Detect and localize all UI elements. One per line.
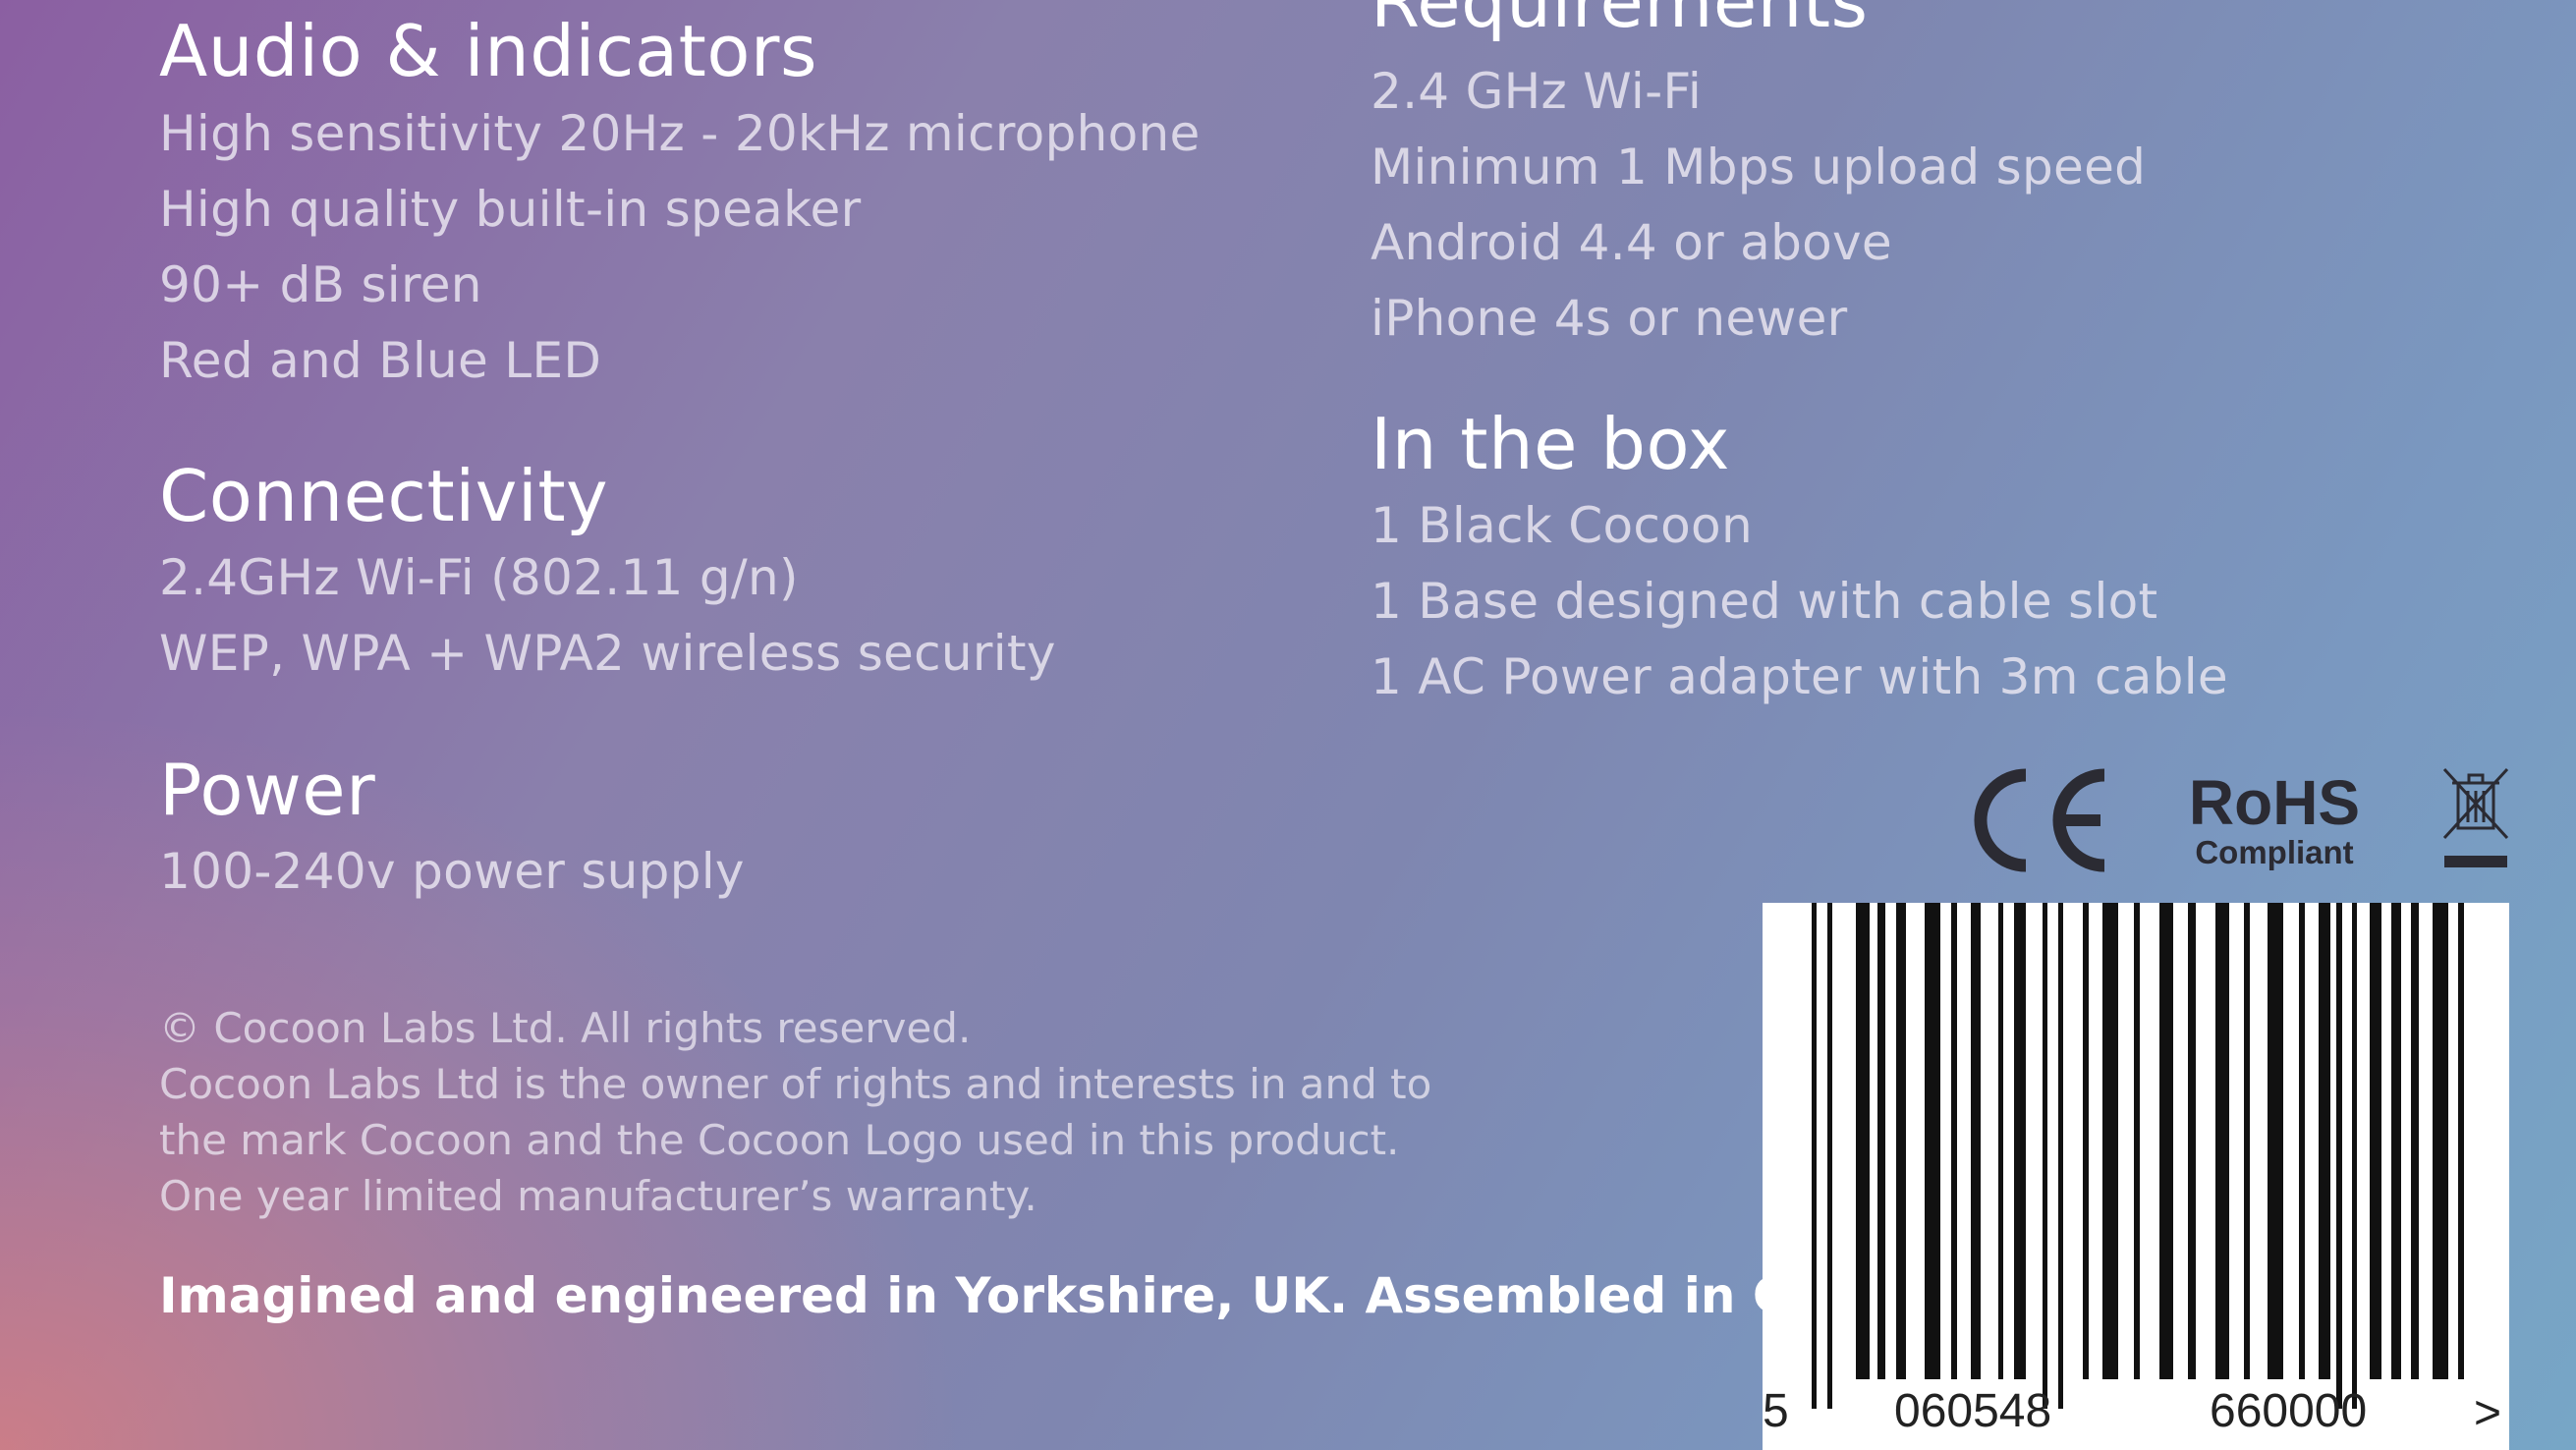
- barcode-bar: [2299, 903, 2305, 1379]
- weee-crossed-bin-icon: [2442, 767, 2509, 867]
- rohs-title: RoHS: [2188, 767, 2361, 838]
- certification-marks: RoHS Compliant: [1955, 761, 2515, 879]
- section-title: Requirements: [1371, 0, 1869, 43]
- spec-item: 2.4 GHz Wi-Fi: [1371, 63, 1703, 120]
- spec-list: 100-240v power supply: [159, 834, 745, 910]
- barcode-quiet-zone-marker: >: [2474, 1387, 2502, 1439]
- barcode-bar: [1971, 903, 1981, 1379]
- ce-mark-icon: [1974, 768, 2105, 872]
- barcode-bar: [2411, 903, 2419, 1379]
- barcode-bar: [1998, 903, 2003, 1379]
- section-title: Audio & indicators: [159, 10, 818, 92]
- barcode-right-group: 660000: [2210, 1385, 2368, 1437]
- barcode-guard-bar: [2352, 903, 2357, 1409]
- barcode-guard-bar: [1812, 903, 1817, 1409]
- barcode-bar: [2134, 903, 2140, 1379]
- barcode-bar: [1951, 903, 1957, 1379]
- legal-line: Cocoon Labs Ltd is the owner of rights a…: [159, 1060, 1432, 1108]
- barcode-guard-bar: [2336, 903, 2342, 1409]
- spec-item: High sensitivity 20Hz - 20kHz microphone: [159, 105, 1201, 162]
- spec-item: iPhone 4s or newer: [1371, 290, 1848, 347]
- rohs-subtitle: Compliant: [2195, 834, 2354, 870]
- spec-item: 1 AC Power adapter with 3m cable: [1371, 648, 2228, 705]
- barcode-left-group: 060548: [1894, 1385, 2052, 1437]
- barcode-bar: [2102, 903, 2118, 1379]
- section-connectivity: Connectivity 2.4GHz Wi-Fi (802.11 g/n) W…: [159, 455, 1056, 692]
- spec-item: Android 4.4 or above: [1371, 214, 1892, 271]
- spec-item: 90+ dB siren: [159, 256, 482, 313]
- barcode-bar: [1896, 903, 1906, 1379]
- spec-list: High sensitivity 20Hz - 20kHz microphone…: [159, 96, 1201, 399]
- barcode-first-digit: 5: [1763, 1385, 1789, 1437]
- legal-line: One year limited manufacturer’s warranty…: [159, 1172, 1037, 1220]
- spec-item: 1 Black Cocoon: [1371, 497, 1753, 554]
- barcode-bar: [1925, 903, 1940, 1379]
- legal-line: the mark Cocoon and the Cocoon Logo used…: [159, 1116, 1400, 1164]
- legal-notice: © Cocoon Labs Ltd. All rights reserved. …: [159, 1000, 1431, 1224]
- spec-item: WEP, WPA + WPA2 wireless security: [159, 625, 1056, 682]
- barcode-bar: [2458, 903, 2464, 1379]
- section-title: Connectivity: [159, 455, 609, 537]
- spec-list: 1 Black Cocoon 1 Base designed with cabl…: [1371, 488, 2228, 715]
- barcode-bar: [2319, 903, 2330, 1379]
- rohs-mark: RoHS Compliant: [2176, 771, 2373, 871]
- barcode-bar: [1877, 903, 1885, 1379]
- barcode-bar: [1856, 903, 1870, 1379]
- barcode-guard-bar: [2058, 903, 2063, 1409]
- barcode: 5 060548 660000 >: [1763, 903, 2509, 1450]
- barcode-guard-bar: [2043, 903, 2047, 1409]
- barcode-bar: [2215, 903, 2229, 1379]
- barcode-bar: [2188, 903, 2196, 1379]
- legal-line: © Cocoon Labs Ltd. All rights reserved.: [159, 1004, 972, 1052]
- origin-tagline: Imagined and engineered in Yorkshire, UK…: [159, 1267, 1928, 1324]
- barcode-bar: [2391, 903, 2401, 1379]
- barcode-bars: [1812, 903, 2464, 1409]
- section-power: Power 100-240v power supply: [159, 749, 745, 910]
- barcode-bar: [2433, 903, 2448, 1379]
- section-title: In the box: [1371, 403, 1730, 485]
- barcode-bar: [2083, 903, 2089, 1379]
- spec-item: 100-240v power supply: [159, 843, 745, 900]
- section-title: Power: [159, 749, 376, 831]
- barcode-bar: [2244, 903, 2250, 1379]
- spec-item: High quality built-in speaker: [159, 181, 862, 238]
- section-in-the-box: In the box 1 Black Cocoon 1 Base designe…: [1371, 403, 2228, 715]
- barcode-guard-bar: [1827, 903, 1832, 1409]
- section-requirements: Requirements 2.4 GHz Wi-Fi Minimum 1 Mbp…: [1371, 0, 2146, 357]
- barcode-bar: [2268, 903, 2283, 1379]
- spec-list: 2.4GHz Wi-Fi (802.11 g/n) WEP, WPA + WPA…: [159, 540, 1056, 692]
- barcode-bar: [2370, 903, 2381, 1379]
- section-audio-indicators: Audio & indicators High sensitivity 20Hz…: [159, 10, 1201, 399]
- barcode-bar: [2014, 903, 2026, 1379]
- spec-item: 2.4GHz Wi-Fi (802.11 g/n): [159, 549, 799, 606]
- spec-item: Red and Blue LED: [159, 332, 602, 389]
- spec-item: 1 Base designed with cable slot: [1371, 573, 2158, 630]
- spec-item: Minimum 1 Mbps upload speed: [1371, 139, 2147, 195]
- barcode-bar: [2159, 903, 2173, 1379]
- spec-list: 2.4 GHz Wi-Fi Minimum 1 Mbps upload spee…: [1371, 54, 2146, 357]
